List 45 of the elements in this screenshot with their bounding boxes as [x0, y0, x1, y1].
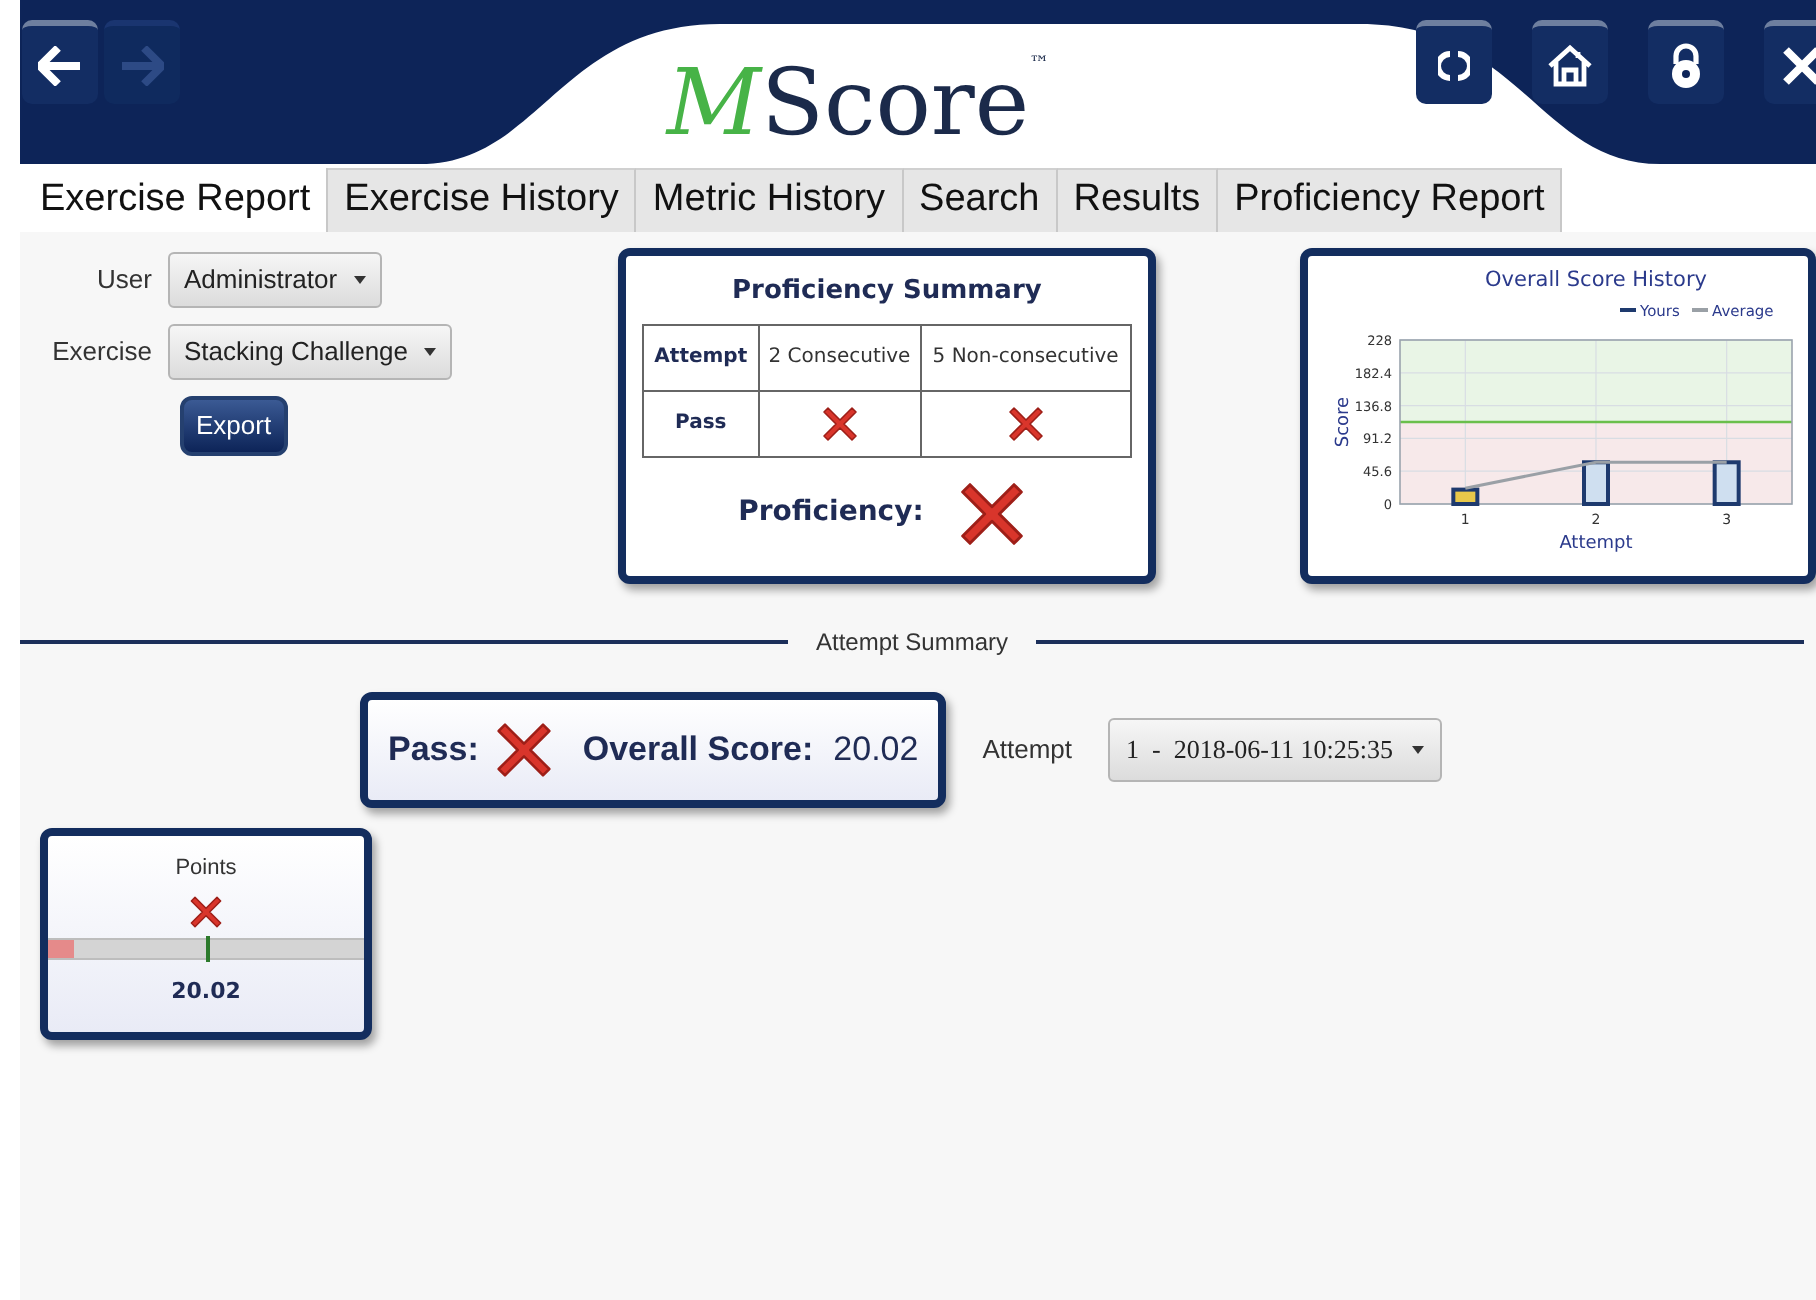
tab[interactable]: Results [1057, 168, 1219, 232]
toolbar-button[interactable] [1647, 20, 1724, 104]
toolbar-button[interactable] [1415, 20, 1492, 104]
axis-label: Attempt [1559, 534, 1633, 554]
app-logo: MScore™ [666, 56, 1050, 148]
table-cell: Attempt [642, 324, 759, 390]
bar [1712, 460, 1741, 506]
bar [1582, 460, 1610, 506]
caret-icon [1412, 746, 1425, 754]
caret-icon [424, 348, 437, 356]
bar [1451, 487, 1480, 506]
table-cell: 5 Non-consecutive [920, 324, 1131, 390]
axis-label: Score [1334, 396, 1354, 448]
card-title: Proficiency Summary [732, 274, 1042, 310]
toolbar-button[interactable] [1531, 20, 1608, 104]
metric-name: Points [175, 854, 237, 884]
padlock-icon [1667, 41, 1704, 89]
field-label: Exercise [50, 334, 152, 371]
attempt-dropdown[interactable]: 1 - 2018-06-11 10:25:35 [1108, 718, 1443, 782]
tab[interactable]: Metric History [636, 168, 904, 232]
section-title: Attempt Summary [813, 626, 1011, 660]
score-label: Overall Score: [582, 728, 814, 773]
tab[interactable]: Proficiency Report [1218, 168, 1563, 232]
toolbar-button[interactable] [22, 20, 98, 104]
dropdown[interactable]: Stacking Challenge [168, 324, 453, 380]
refresh-icon [1437, 47, 1470, 83]
target-marker [206, 935, 210, 961]
attempt-label: Attempt [982, 732, 1072, 769]
export-button[interactable]: Export [180, 396, 288, 456]
close-icon [1781, 45, 1816, 85]
table-cell: Pass [642, 390, 759, 456]
chart-title: Overall Score History [1485, 268, 1707, 292]
dropdown[interactable]: Administrator [168, 252, 382, 308]
pass-label: Pass: [388, 728, 479, 773]
metric-value: 20.02 [171, 975, 241, 1007]
proficiency-label: Proficiency: [738, 494, 924, 532]
tab[interactable]: Exercise History [328, 168, 637, 232]
caret-icon [353, 276, 366, 284]
tab[interactable]: Search [903, 168, 1058, 232]
table-cell: 2 Consecutive [758, 324, 921, 390]
arrow-left-icon [38, 45, 82, 85]
arrow-right-icon [120, 45, 164, 85]
overall-score: 20.02 [833, 728, 919, 773]
field-label: User [95, 262, 152, 299]
house-icon [1545, 41, 1594, 89]
